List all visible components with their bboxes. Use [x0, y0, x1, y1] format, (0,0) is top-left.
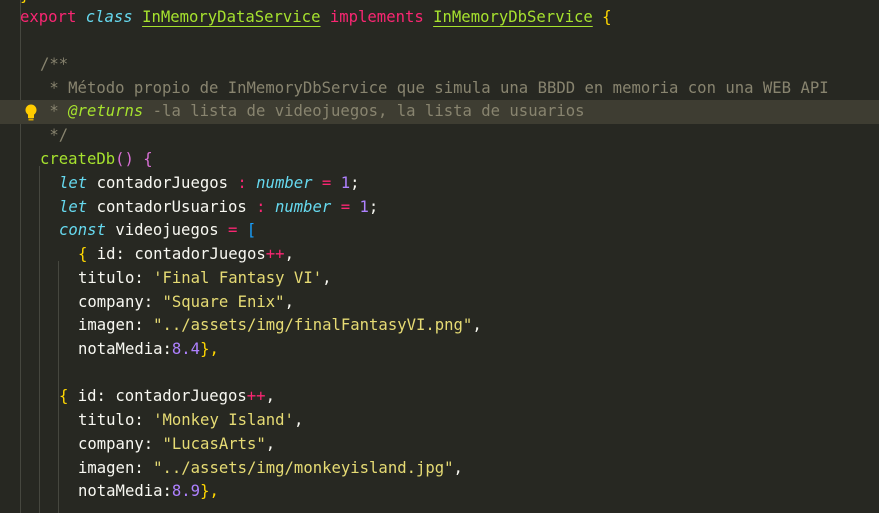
code-line: * Método propio de InMemoryDbService que… [40, 79, 829, 97]
code-editor[interactable]: } export class InMemoryDataService imple… [0, 0, 879, 513]
lightbulb-icon[interactable] [24, 104, 38, 122]
code-line: company: "LucasArts", [78, 435, 276, 453]
code-line: imagen: "../assets/img/finalFantasyVI.pn… [78, 316, 482, 334]
code-line: notaMedia:8.4}, [78, 340, 219, 358]
code-line: const videojuegos = [ [59, 221, 257, 239]
code-line: let contadorUsuarios : number = 1; [59, 198, 379, 216]
code-line: { id: contadorJuegos++, [78, 245, 294, 263]
code-line: /** [40, 55, 69, 73]
code-line-current: * @returns -la lista de videojuegos, la … [0, 100, 879, 124]
code-line: let contadorJuegos : number = 1; [59, 174, 360, 192]
code-line: titulo: 'Monkey Island', [78, 411, 304, 429]
code-line: export class InMemoryDataService impleme… [20, 8, 612, 26]
code-line: imagen: "../assets/img/monkeyisland.jpg"… [78, 459, 463, 477]
code-line: company: "Square Enix", [78, 293, 294, 311]
code-line: createDb() { [40, 150, 153, 168]
code-line: */ [40, 126, 69, 144]
code-line: { id: contadorJuegos++, [59, 387, 275, 405]
code-line: notaMedia:8.9}, [78, 482, 219, 500]
code-line: titulo: 'Final Fantasy VI', [78, 269, 332, 287]
